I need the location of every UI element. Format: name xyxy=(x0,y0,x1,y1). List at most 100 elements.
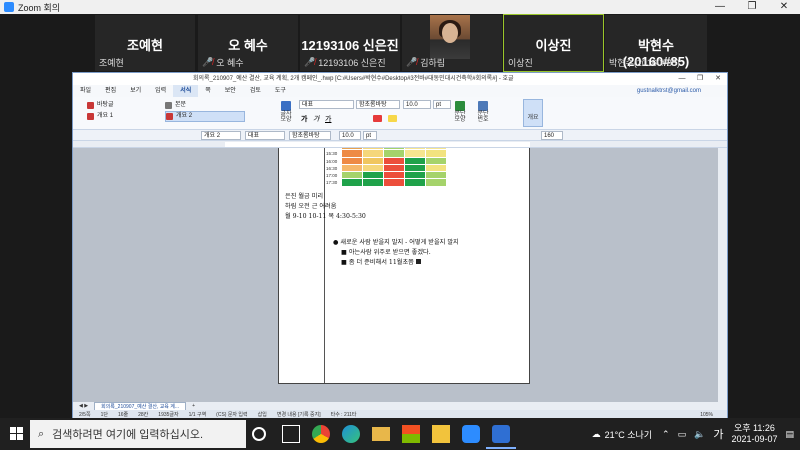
para-shape-button[interactable]: 문단 모양 xyxy=(453,101,467,123)
char-shape-button[interactable]: 글자 모양 xyxy=(279,101,293,123)
menu-view[interactable]: 보기 xyxy=(123,85,148,97)
schedule-cell[interactable] xyxy=(405,157,426,165)
notification-icon[interactable]: ▤ xyxy=(785,429,794,440)
participant-tile[interactable]: 🎤̸ 김하림 xyxy=(401,14,503,72)
font-face-combo[interactable]: 함초롬바탕 xyxy=(289,131,331,140)
status-zoom[interactable]: 105% xyxy=(700,412,713,418)
minimize-button[interactable]: — xyxy=(673,73,691,85)
schedule-cell[interactable] xyxy=(363,150,384,158)
text-color-icon[interactable] xyxy=(373,115,382,122)
schedule-cell[interactable] xyxy=(384,172,405,180)
clock[interactable]: 오후 11:26 2021-09-07 xyxy=(731,423,777,445)
restore-button[interactable]: ❐ xyxy=(691,73,709,85)
weather-text[interactable]: 21°C 소나기 xyxy=(605,428,652,441)
highlight-icon[interactable] xyxy=(388,115,397,122)
schedule-cell[interactable] xyxy=(363,179,384,187)
schedule-cell[interactable] xyxy=(405,172,426,180)
font-unit-combo[interactable]: pt xyxy=(433,100,451,109)
schedule-cell[interactable] xyxy=(405,179,426,187)
outline-button[interactable]: 개요 xyxy=(523,99,543,127)
participant-tile[interactable]: 박현수(20160#85) 박현수(20160#85) xyxy=(604,14,708,72)
font-name-combo[interactable]: 대표 xyxy=(245,131,285,140)
taskbar-search-box[interactable]: ⌕ 검색하려면 여기에 입력하십시오. xyxy=(30,420,246,448)
schedule-cell[interactable] xyxy=(426,179,447,187)
windows-start-icon[interactable] xyxy=(10,427,24,441)
schedule-cell[interactable] xyxy=(342,179,363,187)
schedule-cell[interactable] xyxy=(363,164,384,173)
menu-security[interactable]: 보안 xyxy=(218,85,243,97)
close-button[interactable]: ✕ xyxy=(768,0,800,14)
schedule-cell[interactable] xyxy=(342,164,363,173)
restore-button[interactable]: ❐ xyxy=(736,0,768,14)
close-button[interactable]: ✕ xyxy=(709,73,727,85)
style-combo[interactable]: 개요 2 xyxy=(201,131,241,140)
network-icon[interactable]: ▭ xyxy=(678,429,687,440)
schedule-cell[interactable] xyxy=(426,157,447,165)
tab-nav-icon[interactable]: ◀ ▶ xyxy=(73,403,94,409)
style-item-selected[interactable]: 개요 2 xyxy=(165,111,245,122)
italic-icon[interactable]: 가 xyxy=(313,114,321,123)
file-explorer-icon[interactable] xyxy=(372,427,390,441)
add-tab-button[interactable]: + xyxy=(186,403,201,409)
schedule-table[interactable]: 15:0015:3016:0016:3017:0017:30 xyxy=(326,148,451,187)
ime-indicator[interactable]: 가 xyxy=(713,426,723,442)
underline-icon[interactable]: 가 xyxy=(325,114,333,123)
vertical-scrollbar[interactable] xyxy=(718,148,727,402)
schedule-cell[interactable] xyxy=(405,150,426,158)
bold-icon[interactable]: 가 xyxy=(301,114,309,123)
font-unit-combo[interactable]: pt xyxy=(363,131,377,140)
account-email[interactable]: gustnalktrst@gmail.com xyxy=(637,88,701,94)
status-insert[interactable]: 삽입 xyxy=(258,411,267,418)
style-item[interactable]: 본문 xyxy=(165,100,245,111)
schedule-cell[interactable] xyxy=(342,172,363,180)
store-icon[interactable] xyxy=(402,425,420,443)
para-number-button[interactable]: 문단 번호 xyxy=(475,101,491,123)
schedule-cell[interactable] xyxy=(384,150,405,158)
status-page: 2/5쪽 xyxy=(79,412,91,418)
participant-tile-active-speaker[interactable]: 이상진 이상진 xyxy=(503,14,604,72)
document-area[interactable]: 15:0015:3016:0016:3017:0017:30 은진 월금 미리 … xyxy=(73,148,727,402)
status-typing: 타수 : 211타 xyxy=(330,412,357,418)
menu-format[interactable]: 서식 xyxy=(173,85,199,97)
schedule-cell[interactable] xyxy=(384,179,405,187)
sticky-notes-icon[interactable] xyxy=(432,425,450,443)
chrome-icon[interactable] xyxy=(312,425,330,443)
style-item[interactable]: 바탕글 xyxy=(87,100,161,111)
cortana-icon[interactable] xyxy=(252,427,266,441)
volume-icon[interactable]: 🔈 xyxy=(694,429,705,440)
font-size-combo[interactable]: 10.0 xyxy=(403,100,431,109)
menu-insert[interactable]: 입력 xyxy=(148,85,173,97)
hancom-app-icon[interactable] xyxy=(492,425,510,443)
participant-tile[interactable]: 12193106 신은진 🎤̸ 12193106 신은진 xyxy=(299,14,401,72)
font-name-combo[interactable]: 대표 xyxy=(299,100,354,109)
chevron-up-icon[interactable]: ⌃ xyxy=(662,429,670,440)
horizontal-ruler[interactable] xyxy=(73,141,727,148)
schedule-cell[interactable] xyxy=(342,150,363,158)
participant-tile[interactable]: 조예현 조예현 xyxy=(94,14,196,72)
menu-tools[interactable]: 도구 xyxy=(268,85,293,97)
status-track-changes[interactable]: 변경 내용 [기록 중지] xyxy=(277,411,321,418)
font-face-combo[interactable]: 함초롬바탕 xyxy=(356,100,400,109)
menu-review[interactable]: 검토 xyxy=(243,85,268,97)
schedule-cell[interactable] xyxy=(426,164,447,173)
document-page[interactable]: 15:0015:3016:0016:3017:0017:30 은진 월금 미리 … xyxy=(278,148,530,384)
edge-icon[interactable] xyxy=(342,425,360,443)
schedule-cell[interactable] xyxy=(426,172,447,180)
schedule-cell[interactable] xyxy=(342,157,363,165)
task-view-icon[interactable] xyxy=(282,425,300,443)
zoom-app-icon[interactable] xyxy=(462,425,480,443)
menu-file[interactable]: 파일 xyxy=(73,85,98,97)
schedule-cell[interactable] xyxy=(384,164,405,173)
schedule-cell[interactable] xyxy=(384,157,405,165)
schedule-cell[interactable] xyxy=(363,172,384,180)
schedule-cell[interactable] xyxy=(405,164,426,173)
schedule-cell[interactable] xyxy=(363,157,384,165)
menu-page[interactable]: 쪽 xyxy=(198,85,218,97)
menu-edit[interactable]: 편집 xyxy=(98,85,123,97)
style-item[interactable]: 개요 1 xyxy=(87,111,161,122)
schedule-cell[interactable] xyxy=(426,150,447,158)
font-size-combo[interactable]: 10.0 xyxy=(339,131,361,140)
minimize-button[interactable]: — xyxy=(704,0,736,14)
zoom-combo[interactable]: 160 xyxy=(541,131,563,140)
participant-tile[interactable]: 오 혜수 🎤̸ 오 혜수 xyxy=(197,14,299,72)
